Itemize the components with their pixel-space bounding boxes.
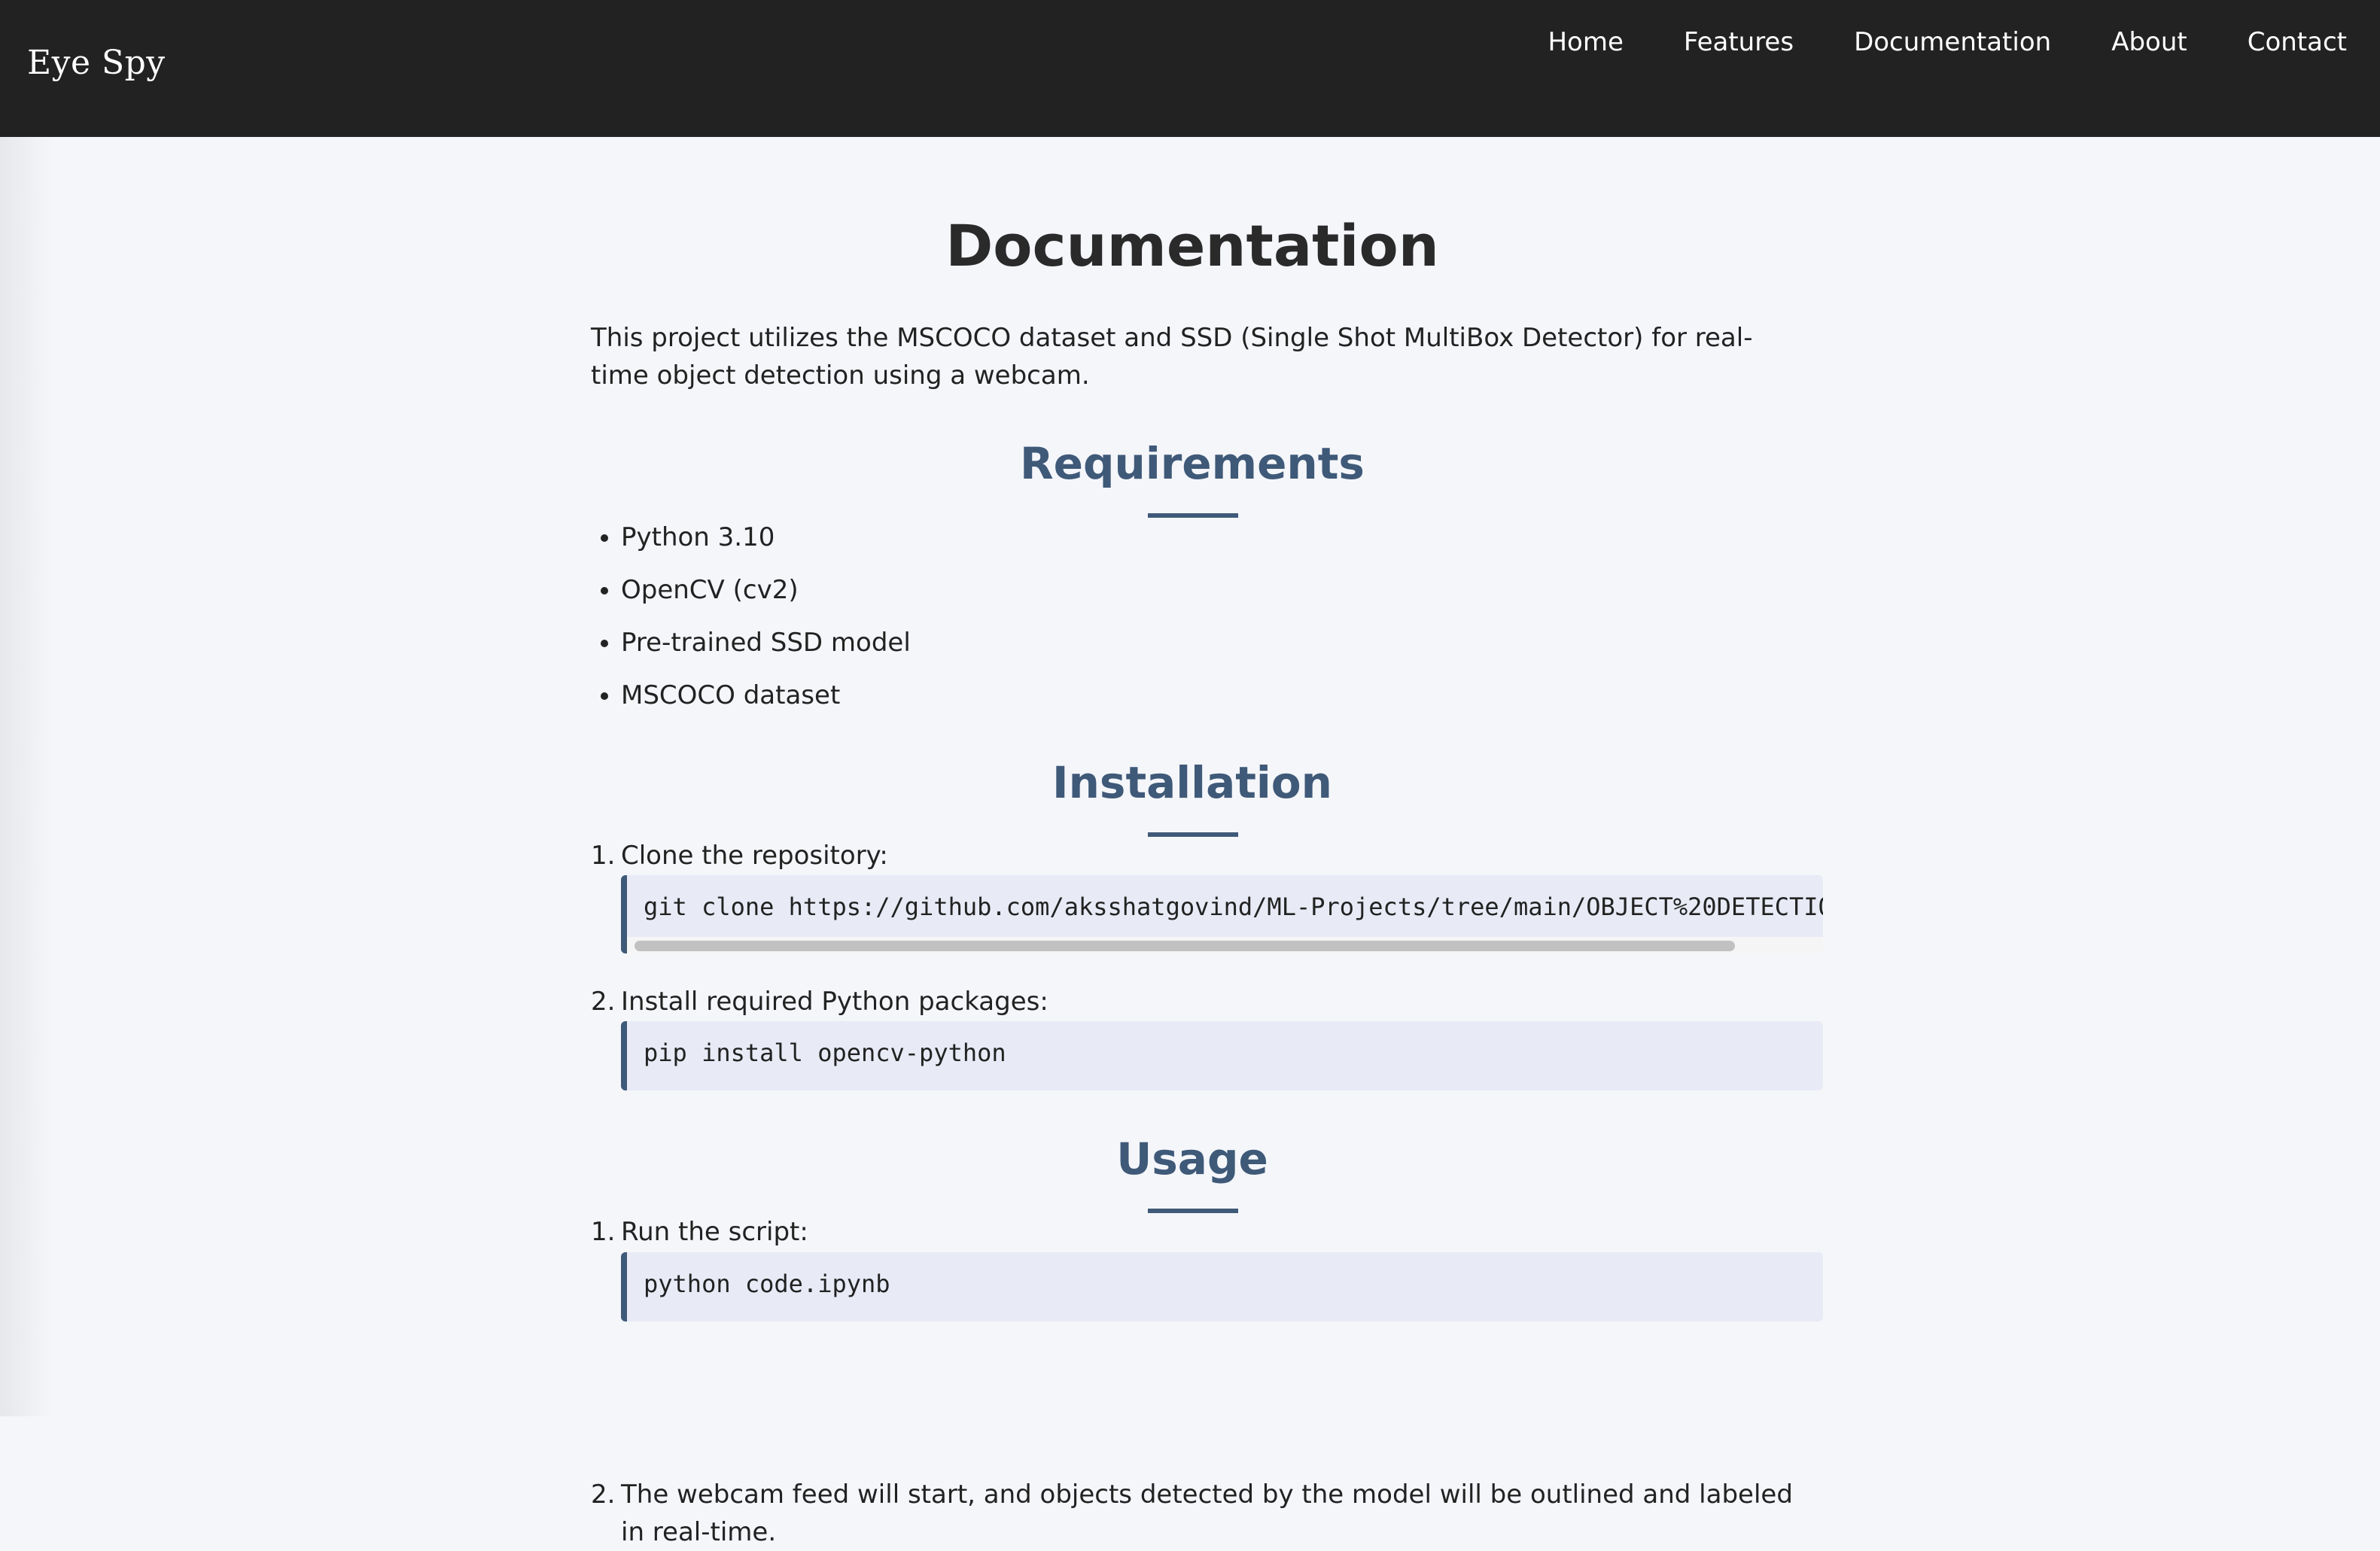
pip-code-block[interactable]: pip install opencv-python [621,1021,1823,1090]
clone-code-block[interactable]: git clone https://github.com/aksshatgovi… [621,875,1823,953]
step-number: 2. [591,1480,616,1510]
usage-heading: Usage [1116,1133,1268,1185]
scrollbar-thumb[interactable] [635,941,1735,951]
main-nav: Home Features Documentation About Contac… [1548,27,2347,57]
step-label: Clone the repository: [621,841,888,871]
nav-link-contact[interactable]: Contact [2248,27,2347,57]
clone-command: git clone https://github.com/aksshatgovi… [644,893,1823,921]
requirements-underline [1148,513,1238,518]
page-title: Documentation [945,212,1439,279]
install-step-2: 2. Install required Python packages: [591,983,1048,1020]
usage-step-1: 1. Run the script: [591,1213,808,1251]
usage-underline [1148,1209,1238,1213]
step-number: 2. [591,987,616,1017]
step-label: The webcam feed will start, and objects … [621,1480,1793,1547]
requirements-list: Python 3.10 OpenCV (cv2) Pre-trained SSD… [591,511,911,722]
requirement-item: Python 3.10 [621,511,911,564]
installation-heading: Installation [1052,757,1332,808]
nav-link-features[interactable]: Features [1684,27,1794,57]
step-label: Run the script: [621,1217,808,1247]
nav-link-documentation[interactable]: Documentation [1854,27,2051,57]
intro-paragraph: This project utilizes the MSCOCO dataset… [591,323,1753,391]
requirement-item: OpenCV (cv2) [621,564,911,616]
requirement-item: MSCOCO dataset [621,669,911,722]
step-label: Install required Python packages: [621,987,1048,1017]
nav-link-home[interactable]: Home [1548,27,1623,57]
nav-link-about[interactable]: About [2111,27,2187,57]
left-edge-shadow [0,137,53,1416]
installation-underline [1148,832,1238,837]
horizontal-scrollbar[interactable] [627,937,1823,953]
run-command: python code.ipynb [644,1270,890,1298]
install-step-1: 1. Clone the repository: [591,837,888,874]
requirements-heading: Requirements [1020,438,1365,489]
requirement-item: Pre-trained SSD model [621,616,911,669]
top-navbar: Eye Spy Home Features Documentation Abou… [0,0,2380,137]
brand-logo[interactable]: Eye Spy [27,44,166,82]
pip-command: pip install opencv-python [644,1039,1006,1067]
usage-step-2: 2. The webcam feed will start, and objec… [591,1476,1795,1551]
step-number: 1. [591,841,616,871]
run-code-block[interactable]: python code.ipynb [621,1252,1823,1321]
step-number: 1. [591,1217,616,1247]
